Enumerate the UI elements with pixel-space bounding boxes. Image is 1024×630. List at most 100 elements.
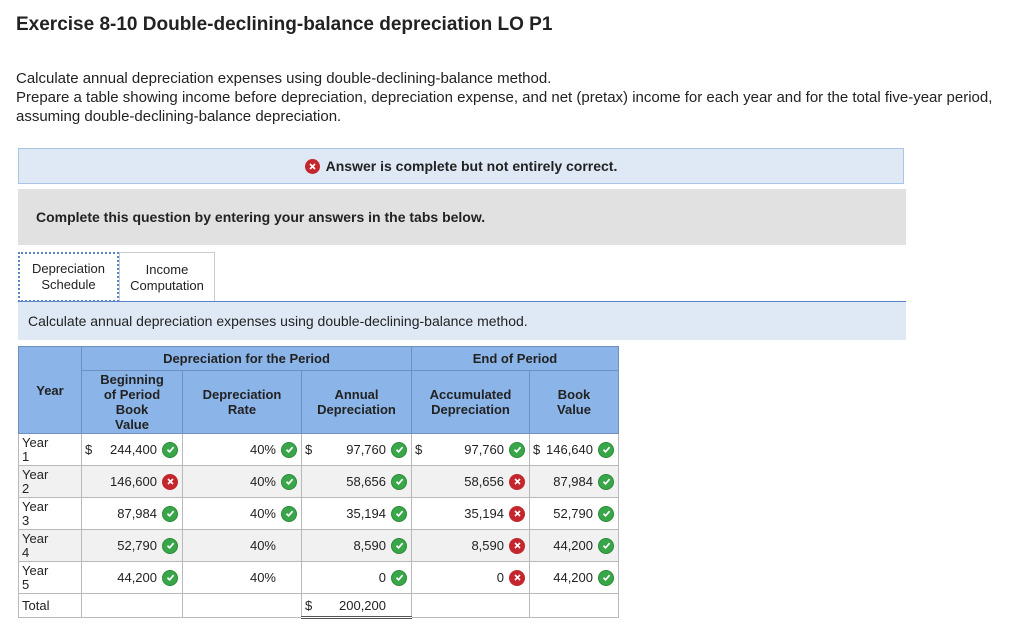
cell-value[interactable]: 97,760	[464, 442, 504, 457]
cell-value[interactable]: 40%	[250, 442, 276, 457]
beginning-book-value-input[interactable]: 146,600	[81, 465, 183, 498]
total-row: Total $200,200	[18, 593, 619, 619]
cell-value[interactable]: 40%	[250, 570, 276, 585]
page-title: Exercise 8-10 Double-declining-balance d…	[16, 14, 553, 35]
annual-depreciation-input[interactable]: 8,590	[301, 529, 412, 562]
cell-value[interactable]: 44,200	[117, 570, 157, 585]
accumulated-depreciation-input[interactable]: 35,194	[411, 497, 530, 530]
cell-value[interactable]: 35,194	[464, 506, 504, 521]
cell-value[interactable]: 0	[497, 570, 504, 585]
check-circle-icon	[281, 505, 297, 522]
depreciation-rate-input[interactable]: 40%	[182, 465, 302, 498]
accumulated-depreciation-input[interactable]: 0	[411, 561, 530, 594]
check-circle-icon	[598, 441, 614, 458]
year-label: Year 2	[18, 465, 82, 498]
beginning-book-value-input[interactable]: 87,984	[81, 497, 183, 530]
check-circle-icon	[162, 505, 178, 522]
year-line: 2	[22, 480, 30, 496]
cell-value[interactable]: 40%	[250, 506, 276, 521]
cell-value[interactable]: 146,600	[110, 474, 157, 489]
header-line: Book	[557, 387, 591, 402]
annual-depreciation-input[interactable]: 0	[301, 561, 412, 594]
depreciation-rate-input[interactable]: 40%	[182, 561, 302, 594]
currency-symbol: $	[415, 442, 423, 457]
cell-value[interactable]: 58,656	[464, 474, 504, 489]
instruction-line: Calculate annual depreciation expenses u…	[16, 70, 552, 87]
beginning-book-value-input[interactable]: $244,400	[81, 433, 183, 466]
check-circle-icon	[391, 537, 407, 554]
cell-value[interactable]: 244,400	[110, 442, 157, 457]
cell-value[interactable]: 35,194	[346, 506, 386, 521]
instructions: Calculate annual depreciation expenses u…	[16, 69, 1006, 126]
accumulated-depreciation-input[interactable]: 8,590	[411, 529, 530, 562]
tab-label-line: Income	[145, 261, 189, 277]
cell-value[interactable]: 40%	[250, 474, 276, 489]
tab-panel-header-text: Calculate annual depreciation expenses u…	[28, 313, 528, 329]
cell-value[interactable]: 0	[379, 570, 386, 585]
cell-value[interactable]: 40%	[250, 538, 276, 553]
col-header-accumulated: Accumulated Depreciation	[411, 370, 530, 434]
instruction-line: Prepare a table showing income before de…	[16, 89, 993, 125]
total-annual-depreciation[interactable]: $200,200	[301, 593, 412, 619]
tab-income-computation[interactable]: Income Computation	[119, 252, 215, 302]
check-circle-icon	[391, 505, 407, 522]
header-line: Depreciation	[202, 387, 282, 402]
col-header-rate: Depreciation Rate	[182, 370, 302, 434]
year-line: Year	[22, 434, 49, 450]
currency-symbol: $	[305, 597, 313, 613]
cell-value[interactable]: 44,200	[553, 570, 593, 585]
x-circle-icon	[509, 473, 525, 490]
accumulated-depreciation-input[interactable]: $97,760	[411, 433, 530, 466]
check-circle-icon	[598, 505, 614, 522]
book-value-input[interactable]: 52,790	[529, 497, 619, 530]
cell-value[interactable]: 52,790	[117, 538, 157, 553]
cell-value[interactable]: 8,590	[471, 538, 504, 553]
tabs-prompt: Complete this question by entering your …	[18, 189, 906, 245]
cell-value[interactable]: 8,590	[353, 538, 386, 553]
cell-value[interactable]: 58,656	[346, 474, 386, 489]
header-line: Value	[557, 402, 591, 417]
cell-value[interactable]: 87,984	[117, 506, 157, 521]
book-value-input[interactable]: $146,640	[529, 433, 619, 466]
cell-value: 200,200	[339, 597, 386, 613]
check-circle-icon	[281, 473, 297, 490]
table-row: Year 1 $244,400 40% $97,760 $97,760 $146,640	[18, 433, 619, 466]
book-value-input[interactable]: 44,200	[529, 561, 619, 594]
annual-depreciation-input[interactable]: $97,760	[301, 433, 412, 466]
check-circle-icon	[162, 537, 178, 554]
result-banner-text: Answer is complete but not entirely corr…	[325, 158, 618, 174]
book-value-input[interactable]: 87,984	[529, 465, 619, 498]
x-circle-icon	[162, 473, 178, 490]
header-line: Annual	[334, 387, 379, 402]
year-line: Year	[22, 466, 49, 482]
cell-value[interactable]: 97,760	[346, 442, 386, 457]
beginning-book-value-input[interactable]: 44,200	[81, 561, 183, 594]
year-label: Year 1	[18, 433, 82, 466]
header-line: Depreciation	[317, 402, 396, 417]
cell-value[interactable]: 44,200	[553, 538, 593, 553]
col-header-beginning: Beginning of Period Book Value	[81, 370, 183, 434]
cell-value[interactable]: 146,640	[546, 442, 593, 457]
year-line: 4	[22, 544, 30, 560]
cell-value[interactable]: 87,984	[553, 474, 593, 489]
check-circle-icon	[391, 441, 407, 458]
annual-depreciation-input[interactable]: 58,656	[301, 465, 412, 498]
header-line: Depreciation	[431, 402, 510, 417]
tab-panel-header: Calculate annual depreciation expenses u…	[18, 302, 906, 340]
x-circle-icon	[509, 505, 525, 522]
depreciation-rate-input[interactable]: 40%	[182, 433, 302, 466]
accumulated-depreciation-input[interactable]: 58,656	[411, 465, 530, 498]
empty-cell	[529, 593, 619, 618]
tab-label-line: Computation	[130, 277, 204, 293]
cell-value[interactable]: 52,790	[553, 506, 593, 521]
header-line: Beginning	[100, 372, 164, 387]
empty-cell	[81, 593, 183, 618]
book-value-input[interactable]: 44,200	[529, 529, 619, 562]
depreciation-rate-input[interactable]: 40%	[182, 497, 302, 530]
tab-depreciation-schedule[interactable]: Depreciation Schedule	[18, 252, 119, 302]
currency-symbol: $	[533, 442, 541, 457]
depreciation-rate-input[interactable]: 40%	[182, 529, 302, 562]
annual-depreciation-input[interactable]: 35,194	[301, 497, 412, 530]
header-line: Rate	[227, 402, 257, 417]
beginning-book-value-input[interactable]: 52,790	[81, 529, 183, 562]
